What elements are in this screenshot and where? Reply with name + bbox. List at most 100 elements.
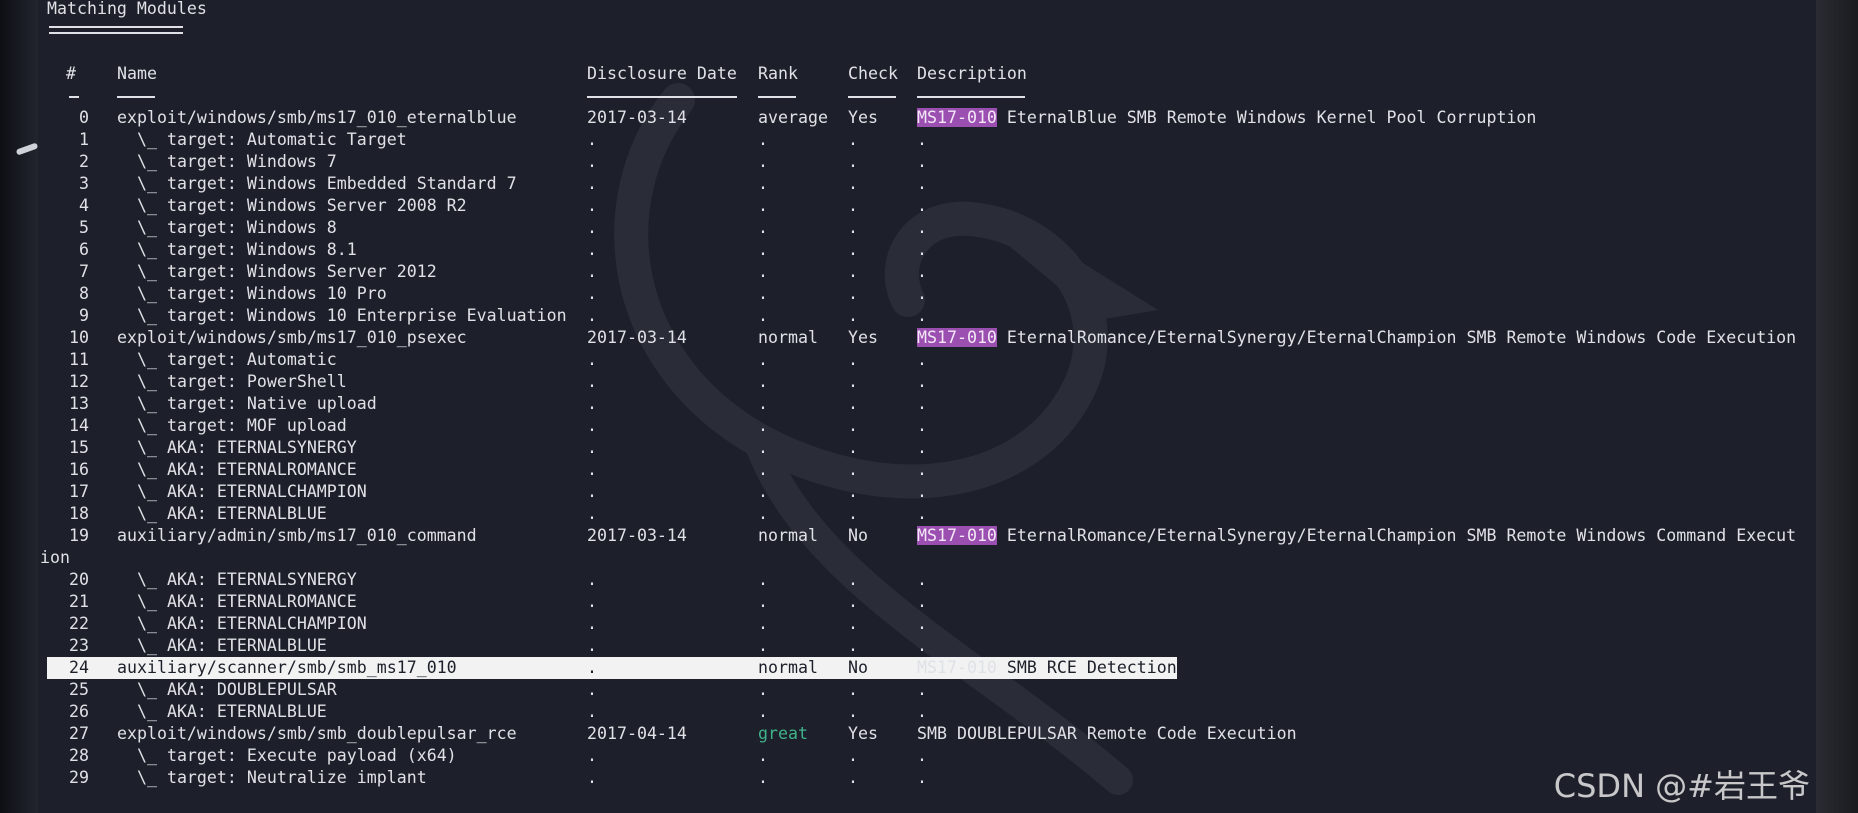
row-date: . (587, 702, 597, 721)
description-text: . (917, 174, 927, 193)
description-text: . (917, 460, 927, 479)
description-text: . (917, 636, 927, 655)
row-name: \_ target: Windows 7 (117, 152, 337, 171)
cve-tag: MS17-010 (917, 108, 997, 127)
row-check: . (848, 592, 858, 611)
row-check: . (848, 394, 858, 413)
row-check: Yes (848, 724, 878, 743)
row-check: . (848, 482, 858, 501)
row-name: \_ target: Automatic (117, 350, 337, 369)
description-text: . (917, 746, 927, 765)
row-num: 3 (79, 174, 89, 193)
description-text: . (917, 702, 927, 721)
row-check: . (848, 636, 858, 655)
row-name: auxiliary/scanner/smb/smb_ms17_010 (117, 658, 457, 677)
description-text: . (917, 262, 927, 281)
row-name: \_ target: Windows 8.1 (117, 240, 357, 259)
header-description-underline (917, 96, 1025, 98)
row-description: . (917, 371, 927, 393)
header-description: Description (917, 64, 1027, 83)
row-rank: . (758, 768, 768, 787)
row-rank: . (758, 504, 768, 523)
row-rank: . (758, 746, 768, 765)
row-num: 20 (69, 570, 89, 589)
row-date: . (587, 636, 597, 655)
row-name: \_ AKA: ETERNALBLUE (117, 504, 327, 523)
row-num: 26 (69, 702, 89, 721)
row-check: . (848, 438, 858, 457)
row-rank: . (758, 680, 768, 699)
row-num: 21 (69, 592, 89, 611)
description-text: . (917, 240, 927, 259)
row-name: auxiliary/admin/smb/ms17_010_command (117, 526, 477, 545)
row-rank: . (758, 218, 768, 237)
row-date: . (587, 746, 597, 765)
row-date: . (587, 460, 597, 479)
description-text: . (917, 284, 927, 303)
description-text: . (917, 570, 927, 589)
row-check: . (848, 262, 858, 281)
row-date: . (587, 284, 597, 303)
row-description: . (917, 217, 927, 239)
row-date: . (587, 416, 597, 435)
row-name: \_ target: Windows Embedded Standard 7 (117, 174, 517, 193)
row-check: . (848, 350, 858, 369)
row-num: 10 (69, 328, 89, 347)
row-description: . (917, 481, 927, 503)
row-description: . (917, 745, 927, 767)
description-text: . (917, 394, 927, 413)
row-date: . (587, 680, 597, 699)
header-rank: Rank (758, 64, 798, 83)
row-name: exploit/windows/smb/ms17_010_eternalblue (117, 108, 517, 127)
row-description: MS17-010 EternalBlue SMB Remote Windows … (917, 107, 1536, 129)
description-text: . (917, 416, 927, 435)
row-description: . (917, 701, 927, 723)
desktop-background-left (0, 0, 38, 813)
row-name: \_ target: MOF upload (117, 416, 347, 435)
row-date: . (587, 592, 597, 611)
row-name: \_ target: Windows Server 2012 (117, 262, 437, 281)
row-date: . (587, 504, 597, 523)
terminal-window[interactable]: Matching Modules # Name Disclosure Date … (38, 0, 1816, 813)
description-text: . (917, 372, 927, 391)
row-date: 2017-03-14 (587, 108, 687, 127)
header-num-underline (69, 96, 79, 98)
row-num: 19 (69, 526, 89, 545)
row-rank: . (758, 240, 768, 259)
row-num: 16 (69, 460, 89, 479)
row-num: 9 (79, 306, 89, 325)
row-rank: . (758, 394, 768, 413)
row-num: 24 (69, 658, 89, 677)
row-description: . (917, 151, 927, 173)
row-name: \_ target: Windows 10 Enterprise Evaluat… (117, 306, 567, 325)
row-date: . (587, 570, 597, 589)
description-text: . (917, 306, 927, 325)
row-name: exploit/windows/smb/ms17_010_psexec (117, 328, 467, 347)
header-rank-underline (758, 96, 796, 98)
row-date: . (587, 438, 597, 457)
row-name: \_ AKA: ETERNALSYNERGY (117, 438, 357, 457)
row-description: . (917, 129, 927, 151)
row-description: . (917, 613, 927, 635)
row-check: . (848, 218, 858, 237)
row-rank: . (758, 262, 768, 281)
row-description: MS17-010 EternalRomance/EternalSynergy/E… (917, 525, 1796, 547)
row-rank: . (758, 306, 768, 325)
row-name: \_ AKA: ETERNALBLUE (117, 636, 327, 655)
description-text: . (917, 438, 927, 457)
row-name: \_ AKA: ETERNALROMANCE (117, 592, 357, 611)
row-rank: normal (758, 526, 818, 545)
row-description: MS17-010 EternalRomance/EternalSynergy/E… (917, 327, 1796, 349)
description-text: SMB DOUBLEPULSAR Remote Code Execution (917, 724, 1297, 743)
row-rank: average (758, 108, 828, 127)
row-name: \_ target: Execute payload (x64) (117, 746, 457, 765)
row-name: \_ target: PowerShell (117, 372, 347, 391)
row-check: . (848, 130, 858, 149)
row-description: . (917, 679, 927, 701)
row-rank: normal (758, 658, 818, 677)
row-check: . (848, 174, 858, 193)
cve-tag: MS17-010 (917, 328, 997, 347)
row-check: . (848, 504, 858, 523)
cve-tag: MS17-010 (917, 658, 997, 677)
row-name: \_ AKA: ETERNALCHAMPION (117, 482, 367, 501)
